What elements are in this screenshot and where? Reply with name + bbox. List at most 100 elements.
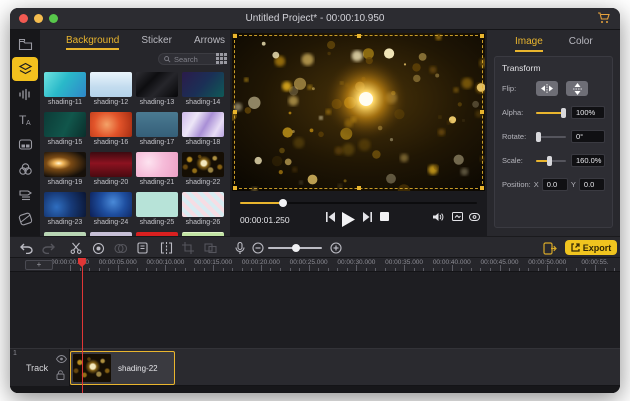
transform-title: Transform bbox=[502, 63, 605, 73]
paste-icon[interactable] bbox=[134, 240, 150, 256]
transport-controls: 00:00:01.250 bbox=[230, 210, 487, 232]
thumbnail-label: shading-21 bbox=[136, 179, 178, 186]
sidebar-item-split-screen[interactable] bbox=[12, 207, 38, 231]
scale-slider[interactable] bbox=[536, 156, 566, 166]
scale-value[interactable]: 160.0% bbox=[571, 154, 605, 167]
thumbnail-shading-22[interactable]: shading-22 bbox=[182, 152, 224, 186]
track-label: Track bbox=[26, 363, 48, 373]
thumbnail-shading-18[interactable]: shading-18 bbox=[182, 112, 224, 146]
volume-icon[interactable] bbox=[433, 212, 444, 222]
export-button[interactable]: Export bbox=[565, 240, 617, 255]
seek-progress bbox=[240, 202, 283, 204]
add-track-button[interactable]: + bbox=[25, 260, 53, 270]
thumbnail-shading-16[interactable]: shading-16 bbox=[90, 112, 132, 146]
thumbnail-label: shading-26 bbox=[182, 219, 224, 226]
timeline-clip-shading-22[interactable]: shading-22 bbox=[70, 351, 175, 385]
export-project-file-icon[interactable] bbox=[542, 240, 558, 256]
flip-horizontal-button[interactable] bbox=[536, 81, 558, 96]
sidebar-item-background[interactable] bbox=[12, 57, 38, 81]
ruler-label: 00:00:20.000 bbox=[242, 259, 280, 266]
record-voiceover-icon[interactable] bbox=[232, 240, 248, 256]
sidebar-item-audio[interactable] bbox=[12, 82, 38, 106]
fullscreen-icon[interactable] bbox=[452, 212, 463, 221]
thumbnail-shading-21[interactable]: shading-21 bbox=[136, 152, 178, 186]
previous-frame-button[interactable] bbox=[326, 212, 335, 222]
clip-label: shading-22 bbox=[118, 364, 158, 373]
tab-image[interactable]: Image bbox=[515, 36, 543, 52]
tab-sticker[interactable]: Sticker bbox=[141, 35, 172, 50]
cut-icon[interactable] bbox=[68, 240, 84, 256]
rotate-label: Rotate: bbox=[502, 132, 536, 141]
timeline-ruler[interactable]: 00:00:00.00000:00:05.00000:00:10.00000:0… bbox=[10, 258, 620, 272]
flip-vertical-button[interactable] bbox=[566, 81, 588, 96]
seek-bar[interactable] bbox=[240, 198, 477, 208]
sidebar-item-transitions[interactable] bbox=[12, 132, 38, 156]
snapshot-icon[interactable] bbox=[469, 212, 480, 221]
thumbnail-shading-23[interactable]: shading-23 bbox=[44, 192, 86, 226]
thumbnail-shading-25[interactable]: shading-25 bbox=[136, 192, 178, 226]
copy-icon[interactable] bbox=[112, 240, 128, 256]
media-tabs: Background Sticker Arrows bbox=[40, 30, 230, 50]
y-axis-label: Y bbox=[571, 180, 576, 189]
thumbnail-label: shading-20 bbox=[90, 179, 132, 186]
tab-color[interactable]: Color bbox=[569, 36, 593, 52]
title-bar: Untitled Project* - 00:00:10.950 bbox=[10, 8, 620, 30]
video-canvas[interactable] bbox=[232, 33, 485, 191]
zoom-out-icon[interactable] bbox=[250, 240, 266, 256]
thumbnail-shading-19[interactable]: shading-19 bbox=[44, 152, 86, 186]
ruler-label: 00:00:15.000 bbox=[194, 259, 232, 266]
thumbnail-shading-11[interactable]: shading-11 bbox=[44, 72, 86, 106]
zoom-slider-handle[interactable] bbox=[292, 244, 300, 252]
track-lock-icon[interactable] bbox=[56, 370, 65, 380]
ruler-label: 00:00:35.000 bbox=[385, 259, 423, 266]
track-visibility-icon[interactable] bbox=[56, 355, 67, 363]
play-button[interactable] bbox=[342, 212, 355, 227]
record-icon[interactable] bbox=[90, 240, 106, 256]
next-frame-button[interactable] bbox=[363, 212, 372, 222]
track-number: 1 bbox=[13, 350, 17, 357]
thumbnail-shading-17[interactable]: shading-17 bbox=[136, 112, 178, 146]
crop-icon[interactable] bbox=[180, 240, 196, 256]
sidebar-item-elements[interactable] bbox=[12, 182, 38, 206]
thumbnail-shading-24[interactable]: shading-24 bbox=[90, 192, 132, 226]
rotate-slider[interactable] bbox=[536, 132, 566, 142]
thumbnail-shading-13[interactable]: shading-13 bbox=[136, 72, 178, 106]
timeline-zoom-slider[interactable] bbox=[268, 247, 322, 249]
undo-icon[interactable] bbox=[18, 240, 34, 256]
thumbnail-shading-14[interactable]: shading-14 bbox=[182, 72, 224, 106]
ruler-label: 00:00:40.000 bbox=[433, 259, 471, 266]
stop-button[interactable] bbox=[380, 212, 389, 221]
alpha-row: Alpha: 100% bbox=[502, 105, 605, 120]
seek-handle[interactable] bbox=[279, 199, 287, 207]
position-y-input[interactable]: 0.0 bbox=[579, 178, 605, 191]
sidebar-item-media[interactable] bbox=[12, 32, 38, 56]
tab-arrows[interactable]: Arrows bbox=[194, 35, 225, 50]
rotate-value[interactable]: 0° bbox=[571, 130, 605, 143]
alpha-slider[interactable] bbox=[536, 108, 566, 118]
split-icon[interactable] bbox=[158, 240, 174, 256]
redo-icon[interactable] bbox=[40, 240, 56, 256]
thumbnail-shading-20[interactable]: shading-20 bbox=[90, 152, 132, 186]
thumbnail-shading-12[interactable]: shading-12 bbox=[90, 72, 132, 106]
ruler-label: 00:00:25.000 bbox=[290, 259, 328, 266]
thumbnail-grid: shading-11shading-12shading-13 shading-14… bbox=[44, 72, 226, 236]
search-row: Search bbox=[40, 52, 230, 68]
thumbnail-shading-26[interactable]: shading-26 bbox=[182, 192, 224, 226]
position-x-input[interactable]: 0.0 bbox=[542, 178, 568, 191]
ruler-label: 00:00:45.000 bbox=[481, 259, 519, 266]
alpha-value[interactable]: 100% bbox=[571, 106, 605, 119]
merge-icon[interactable] bbox=[202, 240, 218, 256]
flip-row: Flip: bbox=[502, 81, 605, 96]
sidebar-item-text[interactable]: TA bbox=[12, 107, 38, 131]
tab-background[interactable]: Background bbox=[66, 35, 119, 50]
position-label: Position: bbox=[502, 180, 531, 189]
grid-view-icon[interactable] bbox=[216, 53, 227, 64]
store-cart-icon[interactable] bbox=[597, 12, 610, 24]
sidebar-item-filters[interactable] bbox=[12, 157, 38, 181]
playhead-line[interactable] bbox=[82, 258, 83, 393]
thumbnail-shading-15[interactable]: shading-15 bbox=[44, 112, 86, 146]
flip-label: Flip: bbox=[502, 84, 536, 93]
ruler-label: 00:00:10.000 bbox=[146, 259, 184, 266]
thumbnail-label: shading-14 bbox=[182, 99, 224, 106]
zoom-in-icon[interactable] bbox=[328, 240, 344, 256]
